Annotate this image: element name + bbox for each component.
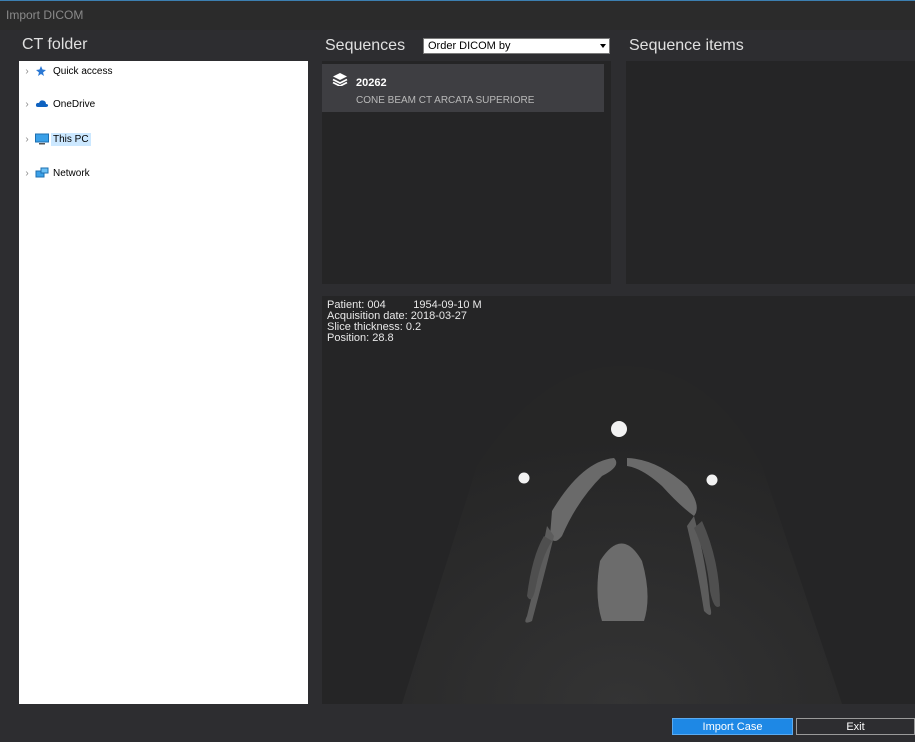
sequence-items-list[interactable] xyxy=(626,61,915,284)
tree-item-label: This PC xyxy=(51,132,91,146)
chevron-right-icon[interactable]: › xyxy=(21,134,33,145)
sequence-card[interactable]: 20262 CONE BEAM CT ARCATA SUPERIORE xyxy=(322,64,604,112)
sequence-items-title: Sequence items xyxy=(629,37,744,54)
title-bar: Import DICOM xyxy=(0,0,915,30)
cloud-icon xyxy=(35,98,49,110)
import-case-button[interactable]: Import Case xyxy=(672,718,793,735)
sequence-description: CONE BEAM CT ARCATA SUPERIORE xyxy=(356,95,535,106)
tree-item-network[interactable]: › Network xyxy=(19,164,92,182)
tree-item-label: Network xyxy=(53,167,90,179)
ct-folder-title: CT folder xyxy=(22,36,88,53)
tree-item-onedrive[interactable]: › OneDrive xyxy=(19,95,97,113)
sequences-list[interactable]: 20262 CONE BEAM CT ARCATA SUPERIORE xyxy=(322,61,611,284)
tree-item-label: Quick access xyxy=(53,65,113,77)
order-dicom-select[interactable]: Order DICOM by xyxy=(423,38,610,54)
ct-slice-image xyxy=(402,366,842,704)
exit-button[interactable]: Exit xyxy=(796,718,915,735)
window-title: Import DICOM xyxy=(6,8,84,22)
tree-item-label: OneDrive xyxy=(53,98,96,110)
dicom-preview: Patient: 004 1954-09-10 M Acquisition da… xyxy=(322,296,915,704)
computer-icon xyxy=(35,133,49,145)
patient-info: Patient: 004 1954-09-10 M Acquisition da… xyxy=(327,300,482,344)
chevron-right-icon[interactable]: › xyxy=(21,99,33,110)
tree-item-this-pc[interactable]: › This PC xyxy=(19,130,91,148)
layers-icon xyxy=(332,72,348,91)
pin-icon xyxy=(35,65,49,77)
position: Position: 28.8 xyxy=(327,332,394,344)
order-dicom-select-value: Order DICOM by xyxy=(428,40,511,52)
tree-item-quick-access[interactable]: › Quick access xyxy=(19,62,114,80)
chevron-down-icon xyxy=(600,44,606,48)
chevron-right-icon[interactable]: › xyxy=(21,66,33,77)
sequence-number: 20262 xyxy=(356,77,387,89)
folder-tree[interactable]: › Quick access › OneDrive › This PC › Ne… xyxy=(19,61,308,704)
sequences-title: Sequences xyxy=(325,37,406,54)
network-icon xyxy=(35,167,49,179)
chevron-right-icon[interactable]: › xyxy=(21,168,33,179)
